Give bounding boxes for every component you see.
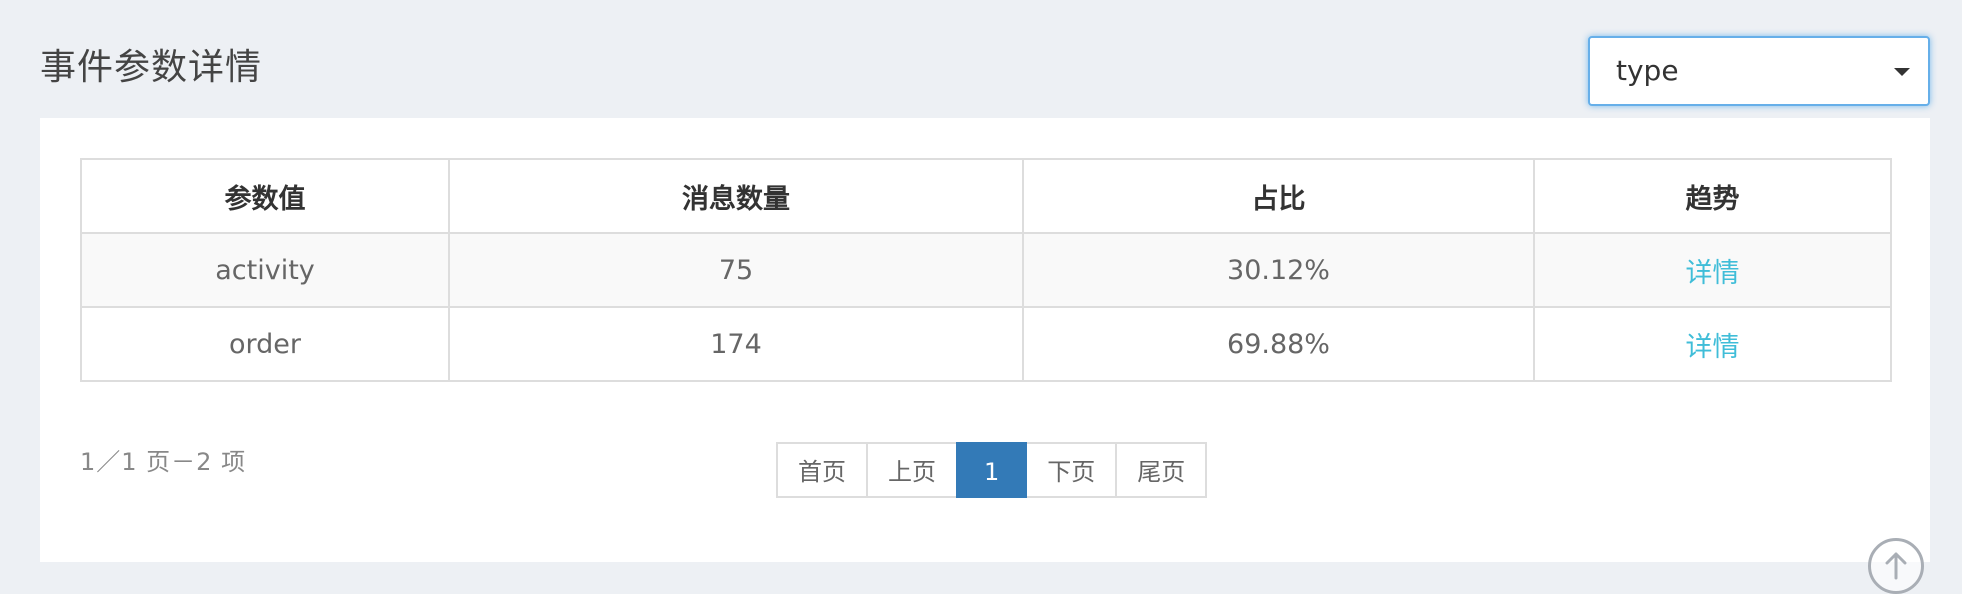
content-card: 参数值 消息数量 占比 趋势 activity 75 30.12% 详情 ord…	[40, 118, 1930, 562]
table-row: activity 75 30.12% 详情	[80, 232, 1892, 308]
trend-detail-link[interactable]: 详情	[1686, 332, 1740, 363]
last-page-button[interactable]: 尾页	[1115, 442, 1208, 498]
param-select-value: type	[1616, 54, 1679, 87]
pagination-info: 1／1 页－2 项	[80, 448, 247, 476]
next-page-button[interactable]: 下页	[1025, 442, 1118, 498]
cell-trend: 详情	[1533, 232, 1892, 308]
column-header-message-count: 消息数量	[448, 158, 1024, 234]
cell-trend: 详情	[1533, 306, 1892, 382]
prev-page-button[interactable]: 上页	[866, 442, 958, 498]
current-page-button[interactable]: 1	[956, 442, 1028, 498]
cell-message-count: 75	[448, 232, 1024, 308]
cell-param-value: order	[80, 306, 450, 382]
column-header-ratio: 占比	[1022, 158, 1535, 234]
page-title: 事件参数详情	[40, 47, 263, 88]
param-select[interactable]: type	[1588, 36, 1930, 106]
first-page-button[interactable]: 首页	[776, 442, 868, 498]
table-row: order 174 69.88% 详情	[80, 306, 1892, 382]
cell-ratio: 69.88%	[1022, 306, 1535, 382]
column-header-param-value: 参数值	[80, 158, 450, 234]
table-header-row: 参数值 消息数量 占比 趋势	[80, 158, 1892, 234]
arrow-up-icon	[1885, 552, 1907, 580]
trend-detail-link[interactable]: 详情	[1686, 258, 1740, 289]
param-table: 参数值 消息数量 占比 趋势 activity 75 30.12% 详情 ord…	[80, 158, 1892, 382]
cell-param-value: activity	[80, 232, 450, 308]
chevron-down-icon	[1894, 68, 1910, 76]
cell-ratio: 30.12%	[1022, 232, 1535, 308]
column-header-trend: 趋势	[1533, 158, 1892, 234]
back-to-top-button[interactable]	[1868, 538, 1924, 594]
cell-message-count: 174	[448, 306, 1024, 382]
pagination: 首页 上页 1 下页 尾页	[776, 442, 1208, 498]
